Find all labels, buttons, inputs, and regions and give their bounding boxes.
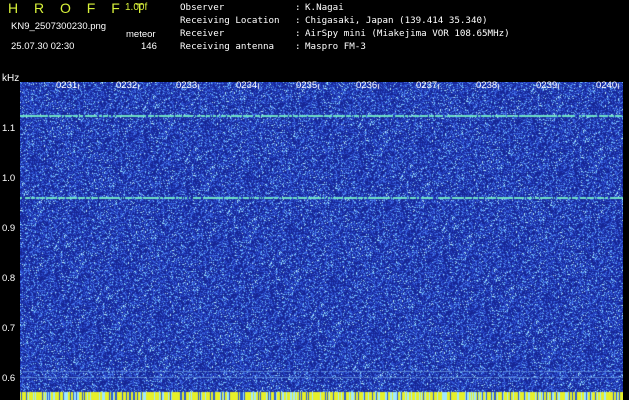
y-tick-label: 0.7 <box>2 323 16 334</box>
info-key: Observer <box>180 2 225 13</box>
mode-label: meteor <box>126 29 156 40</box>
info-key: Receiving Location <box>180 15 280 26</box>
info-key: Receiver <box>180 28 225 39</box>
info-value: Chigasaki, Japan (139.414 35.340) <box>305 15 488 26</box>
x-tick-label: 0238 <box>476 80 498 91</box>
y-tick-label: 1.1 <box>2 123 16 134</box>
x-tick-label: 0234 <box>236 80 258 91</box>
x-tick-label: 0237 <box>416 80 438 91</box>
y-tick-label: 1.0 <box>2 173 16 184</box>
y-tick-label: 0.8 <box>2 273 16 284</box>
x-tick-label: 0232 <box>116 80 138 91</box>
x-tick-label: 0233 <box>176 80 198 91</box>
y-tick-label: 0.6 <box>2 373 16 384</box>
info-value: AirSpy mini (Miakejima VOR 108.65MHz) <box>305 28 510 39</box>
x-tick-label: 0236 <box>356 80 378 91</box>
info-location: Receiving Location: Chigasaki, Japan (139… <box>180 15 488 26</box>
y-tick-label: 0.9 <box>2 223 16 234</box>
file-name: KN9_2507300230.png <box>11 21 107 32</box>
x-tick-label: 0240 <box>596 80 618 91</box>
frequency-unit-label: kHz <box>2 73 20 84</box>
count-value: 146 <box>141 41 157 52</box>
x-tick-label: 0239 <box>536 80 558 91</box>
app-version: 1.00f <box>125 2 148 13</box>
info-antenna: Receiving antenna: Maspro FM-3 <box>180 41 366 52</box>
info-value: K.Nagai <box>305 2 344 13</box>
info-value: Maspro FM-3 <box>305 41 366 52</box>
info-observer: Observer: K.Nagai <box>180 2 344 13</box>
hrofft-window: H R O F F T 1.00f KN9_2507300230.png met… <box>0 0 629 400</box>
x-tick-label: 0235 <box>296 80 318 91</box>
spectrogram-canvas <box>20 82 623 400</box>
info-key: Receiving antenna <box>180 41 275 52</box>
info-receiver: Receiver: AirSpy mini (Miakejima VOR 108.… <box>180 28 510 39</box>
x-tick-label: 0231 <box>56 80 78 91</box>
date-time: 25.07.30 02:30 <box>11 41 75 52</box>
